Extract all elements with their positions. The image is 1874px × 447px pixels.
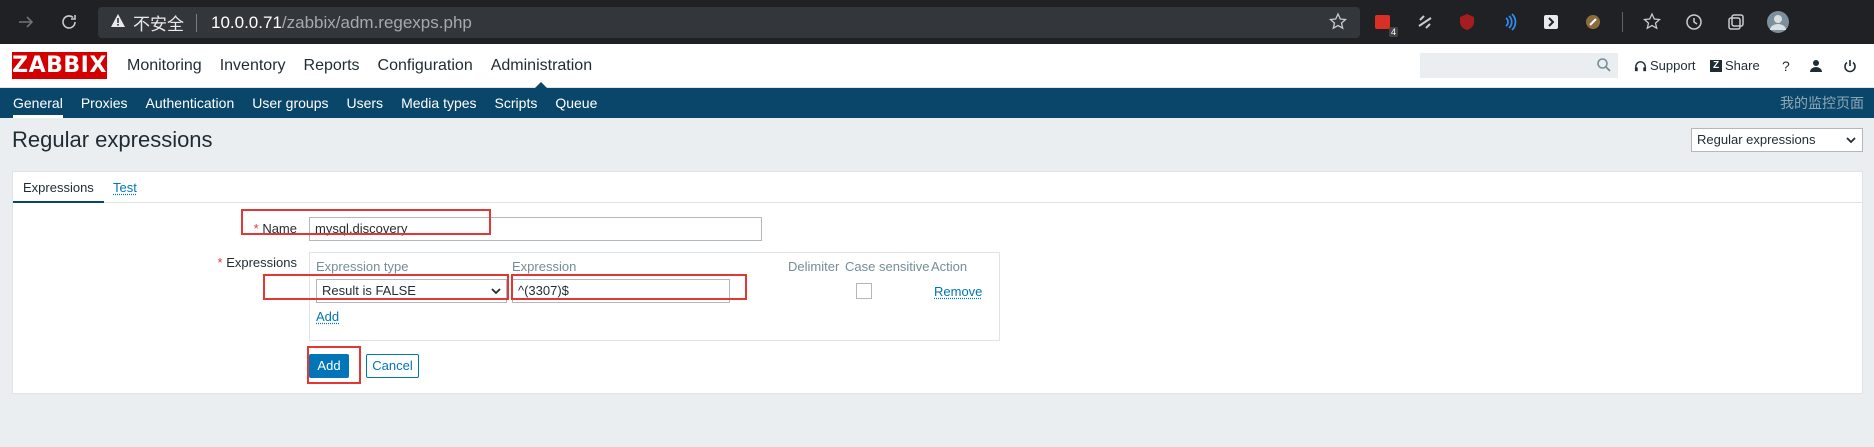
menu-reports[interactable]: Reports [295,44,369,88]
page-view-select[interactable]: Regular expressions [1691,128,1863,152]
headset-icon [1634,60,1647,71]
help-icon[interactable]: ? [1782,44,1790,88]
global-search-input[interactable] [1420,53,1618,78]
browser-toolbar: 不安全 10.0.0.71/zabbix/adm.regexps.php 4 [0,0,1874,44]
logout-icon[interactable] [1843,44,1857,88]
extension-arrow-icon[interactable] [1538,9,1564,35]
support-label: Support [1650,58,1696,73]
name-label-text: Name [262,221,297,236]
extension-link-icon[interactable] [1412,9,1438,35]
expressions-table: Expression type Expression Delimiter Cas… [309,252,1000,341]
expressions-label: * Expressions [163,255,298,270]
regexp-form: Expressions Test * Name mysql.discovery … [12,171,1863,394]
search-icon[interactable] [1596,57,1612,76]
user-profile-icon[interactable] [1809,44,1823,88]
column-expression: Expression [512,259,577,274]
reload-icon[interactable] [56,9,82,35]
column-delimiter: Delimiter [788,259,840,274]
read-aloud-icon[interactable] [1496,9,1522,35]
column-expression-type: Expression type [316,259,409,274]
my-monitoring-page-label: 我的监控页面 [1780,95,1864,111]
subnav-media-types[interactable]: Media types [392,88,485,118]
tab-test[interactable]: Test [103,172,147,203]
column-action: Action [931,259,968,274]
menu-administration[interactable]: Administration [482,44,601,88]
required-mark: * [217,255,223,270]
forward-icon[interactable] [13,9,39,35]
required-mark: * [253,221,259,236]
share-link[interactable]: Z Share [1710,44,1760,88]
subnav-authentication[interactable]: Authentication [137,88,244,118]
support-link[interactable]: Support [1634,44,1696,88]
name-input[interactable]: mysql.discovery [309,217,762,241]
profile-avatar-icon[interactable] [1765,9,1791,35]
zabbix-logo[interactable]: ZABBIX [12,52,107,79]
subnav-users[interactable]: Users [338,88,393,118]
extensions-bar: 4 [1370,9,1791,37]
expression-type-select[interactable]: Result is FALSE [316,279,507,303]
expressions-label-text: Expressions [226,255,297,270]
url-host: 10.0.0.71 [211,12,282,32]
address-bar[interactable]: 不安全 10.0.0.71/zabbix/adm.regexps.php [98,7,1360,38]
page-view-select-value: Regular expressions [1697,132,1816,147]
name-label: * Name [193,221,297,236]
column-case-sensitive: Case sensitive [845,259,930,274]
subnav-proxies[interactable]: Proxies [72,88,137,118]
collections-icon[interactable] [1723,9,1749,35]
cancel-button[interactable]: Cancel [366,354,419,378]
ublock-icon[interactable] [1454,9,1480,35]
divider [196,13,197,32]
menu-inventory[interactable]: Inventory [211,44,295,88]
menu-monitoring[interactable]: Monitoring [118,44,211,88]
add-button[interactable]: Add [309,354,349,378]
tab-expressions[interactable]: Expressions [13,172,104,203]
subnav-general[interactable]: General [4,88,72,118]
share-label: Share [1725,58,1760,73]
menu-configuration[interactable]: Configuration [369,44,482,88]
main-menu: Monitoring Inventory Reports Configurati… [118,44,601,88]
chevron-down-icon [1845,129,1857,159]
case-sensitive-checkbox[interactable] [856,283,872,299]
url-path: /zabbix/adm.regexps.php [281,12,472,32]
history-icon[interactable] [1681,9,1707,35]
form-tabs: Expressions Test [13,172,1862,203]
favorite-star-icon[interactable] [1328,12,1348,37]
sub-navigation: General Proxies Authentication User grou… [0,88,1874,118]
page-title: Regular expressions [12,127,213,152]
subnav-queue[interactable]: Queue [546,88,606,118]
expression-input[interactable]: ^(3307)$ [512,279,730,303]
subnav-user-groups[interactable]: User groups [243,88,337,118]
extension-badge: 4 [1388,27,1398,37]
divider [1622,12,1623,32]
expression-type-value: Result is FALSE [322,283,416,298]
remove-expression-link[interactable]: Remove [934,284,982,299]
subnav-scripts[interactable]: Scripts [486,88,547,118]
chevron-down-icon [490,280,502,310]
top-navigation: ZABBIX Monitoring Inventory Reports Conf… [0,44,1874,88]
add-expression-link[interactable]: Add [316,309,339,324]
extension-wrench-icon[interactable] [1580,9,1606,35]
favorites-icon[interactable] [1639,9,1665,35]
share-z-icon: Z [1710,60,1722,72]
extension-red-icon[interactable]: 4 [1370,9,1398,37]
insecure-label: 不安全 [133,15,184,34]
warning-icon [110,13,126,33]
